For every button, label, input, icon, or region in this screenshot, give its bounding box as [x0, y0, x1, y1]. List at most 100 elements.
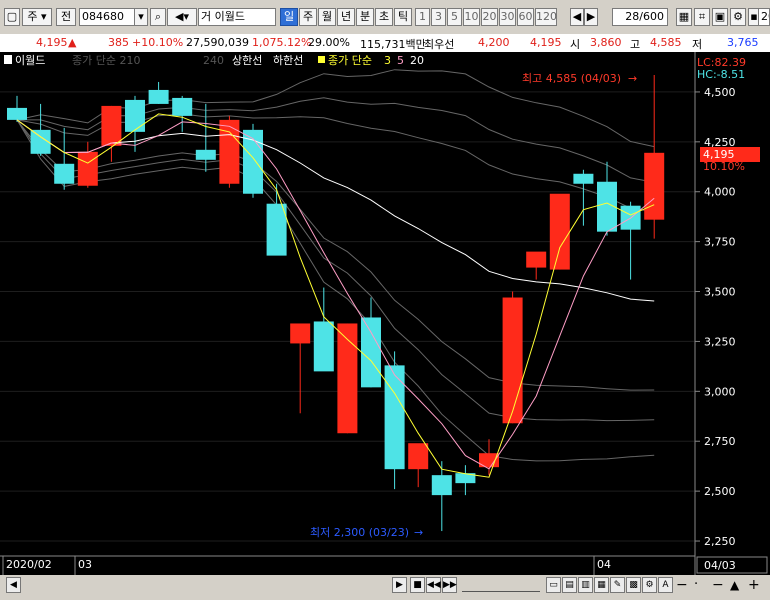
candle-body-13[interactable] [313, 321, 334, 372]
legend-ma-3: 3 [384, 54, 391, 67]
x-label-0: 2020/02 [6, 558, 52, 571]
count-button-20[interactable]: 20 [481, 8, 498, 26]
print-icon[interactable]: ▤ [562, 577, 577, 593]
scroll-left-icon[interactable]: ◀ [6, 577, 21, 593]
text-tool-icon[interactable]: A [658, 577, 673, 593]
candle-body-15[interactable] [361, 317, 381, 388]
zoom-in-icon[interactable]: + [748, 577, 760, 593]
open-label: 시 [570, 38, 581, 51]
scroll-left-icon[interactable]: ◀ [570, 8, 584, 26]
candle-body-18[interactable] [431, 475, 452, 496]
candle-body-7[interactable] [172, 97, 193, 116]
grid-toggle-icon[interactable]: ▩ [626, 577, 641, 593]
high-arrow-icon: → [628, 72, 637, 85]
high-label: 고 [630, 38, 641, 51]
y-tick-label-5: 3,500 [704, 286, 736, 299]
forward-icon[interactable]: ▶▶ [442, 577, 457, 593]
candle-body-0[interactable] [7, 107, 27, 120]
status-bar: ◀ ▶ ■ ◀◀ ▶▶ ▭ ▤ ▥ ▦ ✎ ▩ ⚙ A − · − ▲ + [0, 575, 770, 600]
best-price-label: 최우선 [424, 38, 455, 51]
y-tick-label-3: 3,000 [704, 385, 736, 398]
y-tick-label-0: 2,250 [704, 535, 736, 548]
period-tab-2[interactable]: 월 [318, 8, 336, 26]
legend-upper-band: 상한선 [232, 54, 262, 67]
period-button[interactable]: 전 [56, 8, 76, 26]
code-dropdown-icon[interactable]: ▾ [134, 8, 148, 26]
low-arrow-icon: → [414, 526, 423, 539]
date-box-label: 04/03 [704, 559, 736, 572]
market-select[interactable]: 주 ▾ [22, 8, 52, 26]
search-icon[interactable]: ⌕ [150, 8, 166, 26]
save-icon[interactable]: ▣ [712, 8, 728, 26]
period-tab-6[interactable]: 틱 [394, 8, 412, 26]
candle-body-27[interactable] [644, 152, 665, 220]
period-tab-1[interactable]: 주 [299, 8, 317, 26]
candle-body-3[interactable] [77, 151, 98, 186]
rewind-icon[interactable]: ◀◀ [426, 577, 441, 593]
period-tab-5[interactable]: 초 [375, 8, 393, 26]
page-counter[interactable]: 28/600 [612, 8, 668, 26]
count-button-120[interactable]: 120 [535, 8, 557, 26]
scroll-right-icon[interactable]: ▶ [392, 577, 407, 593]
count-button-5[interactable]: 5 [447, 8, 462, 26]
candle-body-16[interactable] [384, 365, 405, 470]
legend-ma-swatch-icon [318, 56, 325, 63]
gear-icon[interactable]: ⚙ [730, 8, 746, 26]
candle-body-17[interactable] [408, 443, 429, 470]
fit-icon[interactable]: · [694, 577, 698, 592]
count-button-1[interactable]: 1 [415, 8, 430, 26]
candle-body-4[interactable] [101, 105, 122, 146]
legend-lower-band: 하한선 [273, 53, 303, 67]
zoom-out-icon[interactable]: − [676, 577, 688, 593]
open-price: 3,860 [590, 36, 622, 49]
chart-canvas[interactable]: 2,250 2,500 2,750 3,000 3,250 3,500 3,750 4,000… [0, 52, 770, 575]
up-icon[interactable]: ▲ [730, 578, 739, 592]
candle-body-12[interactable] [290, 323, 311, 344]
count-button-3[interactable]: 3 [431, 8, 446, 26]
tile-icon[interactable]: ▭ [546, 577, 561, 593]
low-annotation: 최저 2,300 (03/23) [310, 526, 409, 539]
candle-body-21[interactable] [502, 297, 523, 424]
candle-body-8[interactable] [195, 149, 216, 160]
zoom-slider[interactable] [462, 579, 540, 592]
candle-body-10[interactable] [243, 129, 263, 194]
copy-icon[interactable]: ▥ [578, 577, 593, 593]
low-price: 3,765 [727, 36, 759, 49]
chevron-down-icon: ▾ [41, 10, 47, 23]
stock-name-field[interactable]: 거 이월드 [198, 8, 276, 26]
sound-icon[interactable]: ◀▾ [167, 8, 197, 26]
y-tick-label-8: 4,250 [704, 136, 736, 149]
image-icon[interactable]: ▦ [594, 577, 609, 593]
hc-value: HC:-8.51 [697, 68, 745, 81]
scroll-right-icon[interactable]: ▶ [584, 8, 598, 26]
stop-icon[interactable]: ■ [410, 577, 425, 593]
candle-body-22[interactable] [526, 251, 547, 268]
window-icon[interactable]: ▢ [4, 8, 20, 26]
candle-body-23[interactable] [549, 193, 570, 270]
memo-icon[interactable]: ✎ [610, 577, 625, 593]
turnover-rate: 29.00% [308, 36, 350, 49]
best-sell-price: 4,200 [478, 36, 510, 49]
quote-bar: 4,195 ▲ 385 +10.10% 27,590,039 1,075.12%… [0, 34, 770, 53]
best-buy-price: 4,195 [530, 36, 562, 49]
x-label-1: 03 [78, 558, 92, 571]
period-tab-3[interactable]: 년 [337, 8, 355, 26]
minus-icon[interactable]: − [712, 577, 724, 593]
candlestick-chart[interactable]: 2,250 2,500 2,750 3,000 3,250 3,500 3,750 4,000… [0, 52, 770, 575]
candle-body-2[interactable] [54, 163, 75, 184]
count-button-10[interactable]: 10 [463, 8, 480, 26]
candle-body-24[interactable] [573, 173, 594, 184]
count-button-60[interactable]: 60 [517, 8, 534, 26]
candle-body-5[interactable] [125, 99, 145, 132]
candle-body-11[interactable] [266, 203, 287, 256]
candle-body-6[interactable] [148, 89, 169, 104]
settings-icon[interactable]: ⚙ [642, 577, 657, 593]
count-button-30[interactable]: 30 [499, 8, 516, 26]
period-tab-4[interactable]: 분 [356, 8, 374, 26]
grid-icon[interactable]: ▦ [676, 8, 692, 26]
y-tick-label-4: 3,250 [704, 335, 736, 348]
stock-code-input[interactable]: 084680 [79, 8, 135, 26]
period-tab-0[interactable]: 일 [280, 8, 298, 26]
volume-ratio: 1,075.12% [252, 36, 312, 49]
indicator-icon[interactable]: ⌗ [694, 8, 710, 26]
